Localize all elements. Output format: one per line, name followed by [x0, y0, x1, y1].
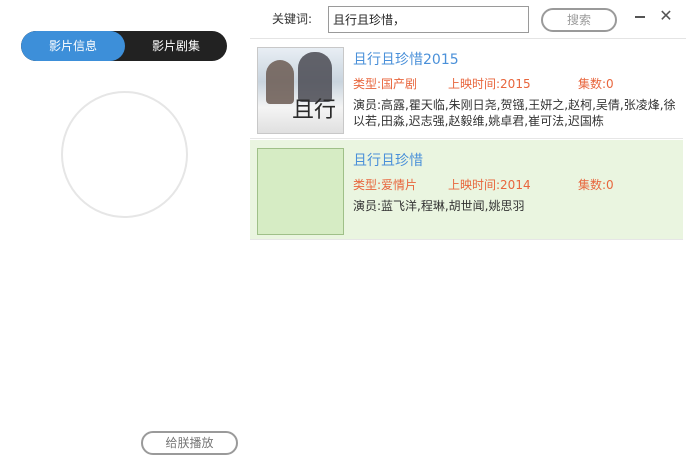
result-meta: 类型:爱情片 上映时间:2014 集数:0	[353, 177, 614, 193]
result-title[interactable]: 且行且珍惜2015	[353, 51, 459, 69]
minimize-icon[interactable]	[635, 16, 645, 18]
cast-value: 蓝飞洋,程琳,胡世闻,姚思羽	[381, 199, 525, 213]
tab-group: 影片信息 影片剧集	[21, 31, 227, 61]
close-icon[interactable]: ✕	[659, 6, 673, 26]
play-button[interactable]: 给朕播放	[141, 431, 238, 455]
type-value: 国产剧	[381, 77, 418, 91]
keyword-label: 关键词:	[272, 12, 313, 26]
result-title[interactable]: 且行且珍惜	[353, 152, 423, 170]
cast-value: 高露,瞿天临,朱刚日尧,贺镪,王妍之,赵柯,吴倩,张凌烽,徐以若,田淼,迟志强,…	[353, 98, 676, 128]
result-meta: 类型:国产剧 上映时间:2015 集数:0	[353, 76, 614, 92]
result-item[interactable]: 且行 且行且珍惜2015 类型:国产剧 上映时间:2015 集数:0 演员:高露,瞿…	[250, 39, 683, 139]
tab-movie-episodes[interactable]: 影片剧集	[125, 31, 227, 61]
cast-label: 演员:	[353, 98, 382, 112]
date-label: 上映时间:	[448, 178, 501, 192]
date-value: 2015	[500, 77, 531, 91]
date-value: 2014	[500, 178, 531, 192]
episodes-label: 集数:	[578, 77, 607, 91]
poster-image: 且行	[257, 47, 344, 134]
poster-image	[257, 148, 344, 235]
episodes-value: 0	[606, 77, 614, 91]
search-input[interactable]	[328, 6, 529, 33]
search-button[interactable]: 搜索	[541, 8, 617, 32]
result-item-selected[interactable]: 且行且珍惜 类型:爱情片 上映时间:2014 集数:0 演员:蓝飞洋,程琳,胡世闻,…	[250, 140, 683, 240]
episodes-value: 0	[606, 178, 614, 192]
type-label: 类型:	[353, 178, 382, 192]
episodes-label: 集数:	[578, 178, 607, 192]
cast-label: 演员:	[353, 199, 382, 213]
poster-title-glyph: 且行	[292, 98, 337, 123]
result-cast: 演员:高露,瞿天临,朱刚日尧,贺镪,王妍之,赵柯,吴倩,张凌烽,徐以若,田淼,迟…	[353, 97, 678, 129]
player-circle	[61, 91, 188, 218]
type-value: 爱情片	[381, 178, 418, 192]
poster-figure	[266, 60, 294, 104]
type-label: 类型:	[353, 77, 382, 91]
date-label: 上映时间:	[448, 77, 501, 91]
result-cast: 演员:蓝飞洋,程琳,胡世闻,姚思羽	[353, 198, 678, 214]
tab-movie-info[interactable]: 影片信息	[21, 31, 125, 61]
